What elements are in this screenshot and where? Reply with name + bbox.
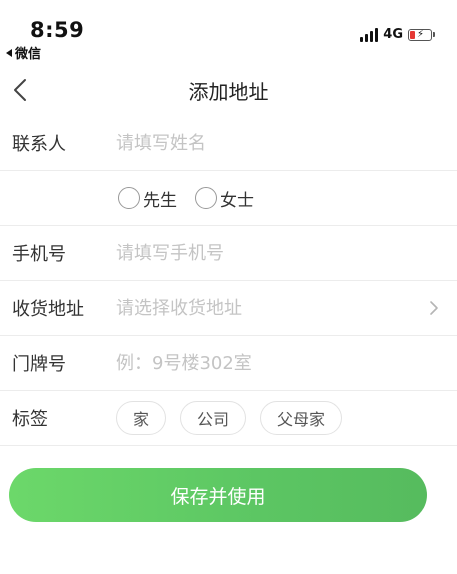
contact-row: 联系人	[0, 116, 457, 171]
network-type: 4G	[383, 27, 403, 42]
contact-name-input[interactable]	[116, 132, 417, 154]
back-app-label: 微信	[15, 47, 42, 62]
phone-row: 手机号	[0, 226, 457, 281]
tag-parents-home[interactable]: 父母家	[260, 401, 343, 435]
tags-row: 标签 家 公司 父母家	[0, 391, 457, 446]
signal-bars-icon	[360, 27, 379, 42]
page-title: 添加地址	[188, 80, 269, 104]
tag-company[interactable]: 公司	[180, 401, 247, 435]
gender-option-ms[interactable]: 女士	[195, 186, 254, 211]
battery-cap	[433, 32, 435, 37]
gender-option-label: 女士	[220, 190, 254, 211]
save-and-use-button[interactable]: 保存并使用	[9, 468, 427, 522]
door-label: 门牌号	[12, 354, 66, 375]
radio-circle-icon	[118, 187, 140, 209]
status-indicators: 4G ⚡	[360, 27, 435, 42]
nav-bar: 添加地址	[0, 64, 457, 116]
address-label: 收货地址	[12, 299, 84, 320]
gender-option-label: 先生	[143, 190, 177, 211]
gender-row: 先生 女士	[0, 171, 457, 226]
radio-circle-icon	[195, 187, 217, 209]
tag-options: 家 公司 父母家	[116, 401, 343, 435]
back-triangle-icon	[6, 48, 12, 57]
battery-charging-icon: ⚡	[408, 28, 432, 41]
address-form: 联系人 先生 女士 手机号 收货地址	[0, 116, 457, 446]
back-to-app-link[interactable]: 微信	[6, 43, 41, 62]
address-select-input[interactable]	[116, 297, 417, 319]
phone-label: 手机号	[12, 244, 66, 265]
status-time: 8:59	[30, 18, 85, 42]
contact-label: 联系人	[12, 134, 66, 155]
address-row[interactable]: 收货地址	[0, 281, 457, 336]
door-row: 门牌号	[0, 336, 457, 391]
gender-radio-group: 先生 女士	[118, 186, 254, 211]
gender-option-mr[interactable]: 先生	[118, 186, 177, 211]
tags-label: 标签	[12, 409, 48, 430]
phone-input[interactable]	[116, 242, 417, 264]
status-bar: 8:59 微信 4G ⚡	[0, 0, 457, 64]
chevron-right-icon	[430, 301, 438, 315]
tag-home[interactable]: 家	[116, 401, 167, 435]
add-address-screen: 8:59 微信 4G ⚡ 添加地址 联系人 请填写姓名 先生 女士 手机号 请填…	[0, 0, 457, 574]
door-number-input[interactable]	[116, 352, 417, 374]
